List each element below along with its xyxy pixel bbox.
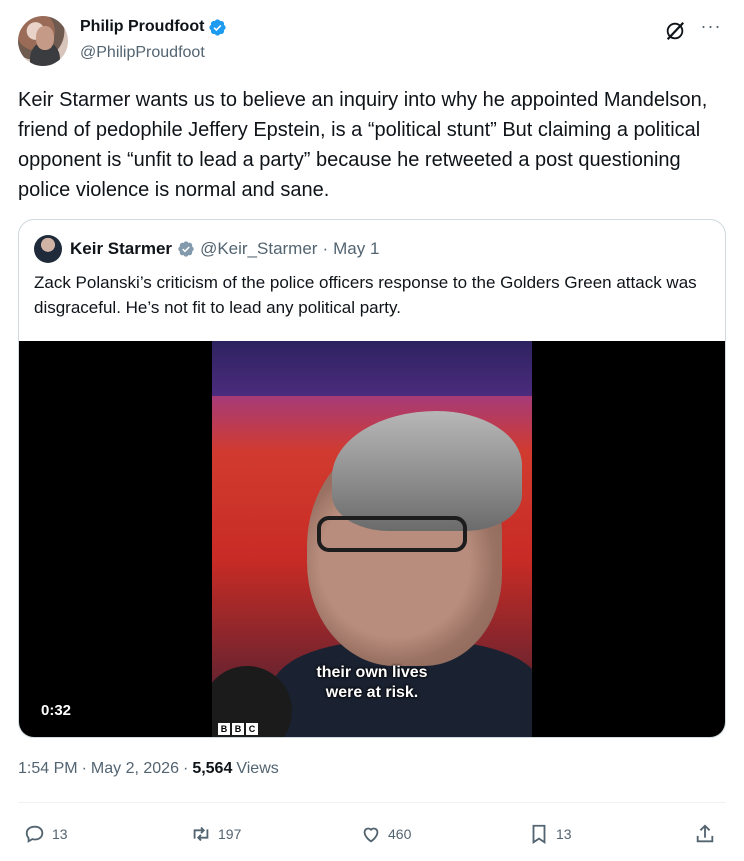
avatar[interactable] bbox=[18, 16, 68, 66]
bbc-logo-letter: B bbox=[232, 723, 244, 735]
tweet-meta: 1:54 PM · May 2, 2026 · 5,564 Views bbox=[18, 760, 279, 778]
bbc-logo: B B C bbox=[218, 723, 258, 735]
like-count: 460 bbox=[388, 826, 412, 842]
quoted-handle[interactable]: @Keir_Starmer bbox=[200, 239, 317, 259]
bbc-logo-letter: C bbox=[246, 723, 258, 735]
video-player[interactable]: their own lives were at risk. B B C 0:32 bbox=[19, 341, 725, 737]
share-button[interactable] bbox=[694, 818, 716, 850]
quoted-separator: · bbox=[322, 239, 329, 258]
bbc-logo-letter: B bbox=[218, 723, 230, 735]
verified-badge-icon[interactable] bbox=[208, 18, 227, 37]
reply-count: 13 bbox=[52, 826, 68, 842]
quoted-display-name[interactable]: Keir Starmer bbox=[70, 239, 172, 259]
quoted-tweet-text: Zack Polanski’s criticism of the police … bbox=[34, 273, 697, 317]
share-icon bbox=[696, 824, 714, 843]
more-icon[interactable]: ··· bbox=[698, 16, 724, 42]
quoted-avatar[interactable] bbox=[34, 235, 62, 263]
retweet-button[interactable]: 197 bbox=[190, 818, 241, 850]
bookmark-count: 13 bbox=[556, 826, 572, 842]
bookmark-icon bbox=[532, 824, 546, 844]
author-display-name[interactable]: Philip Proudfoot bbox=[80, 17, 204, 37]
quoted-date[interactable]: May 1 bbox=[333, 239, 379, 259]
tweet-header: Philip Proudfoot @PhilipProudfoot ··· bbox=[18, 16, 726, 68]
views-label: Views bbox=[236, 760, 279, 777]
meta-separator: · bbox=[182, 760, 189, 777]
tweet-date[interactable]: May 2, 2026 bbox=[91, 760, 179, 778]
like-button[interactable]: 460 bbox=[360, 818, 411, 850]
video-caption-line: were at risk. bbox=[325, 684, 419, 701]
reply-button[interactable]: 13 bbox=[24, 818, 68, 850]
divider bbox=[18, 802, 726, 803]
video-caption-line: their own lives bbox=[316, 664, 428, 681]
meta-separator: · bbox=[81, 760, 87, 777]
quoted-tweet[interactable]: Keir Starmer @Keir_Starmer · May 1 Zack … bbox=[18, 219, 726, 738]
verified-badge-icon[interactable] bbox=[177, 240, 195, 258]
video-duration: 0:32 bbox=[41, 702, 72, 719]
action-bar: 13 197 460 13 bbox=[18, 818, 726, 850]
author-handle[interactable]: @PhilipProudfoot bbox=[80, 43, 205, 63]
bookmark-button[interactable]: 13 bbox=[528, 818, 572, 850]
retweet-count: 197 bbox=[218, 826, 242, 842]
reply-icon bbox=[25, 825, 44, 843]
grok-icon[interactable] bbox=[664, 20, 686, 42]
tweet-time[interactable]: 1:54 PM bbox=[18, 760, 78, 778]
video-frame: their own lives were at risk. B B C bbox=[212, 341, 532, 737]
video-caption: their own lives were at risk. bbox=[212, 663, 532, 703]
like-icon bbox=[363, 827, 379, 843]
author-name-row: Philip Proudfoot bbox=[80, 17, 227, 37]
retweet-icon bbox=[193, 826, 209, 842]
views-count: 5,564 bbox=[192, 760, 233, 777]
tweet-text: Keir Starmer wants us to believe an inqu… bbox=[18, 89, 708, 201]
quoted-tweet-header: Keir Starmer @Keir_Starmer · May 1 bbox=[34, 235, 379, 263]
